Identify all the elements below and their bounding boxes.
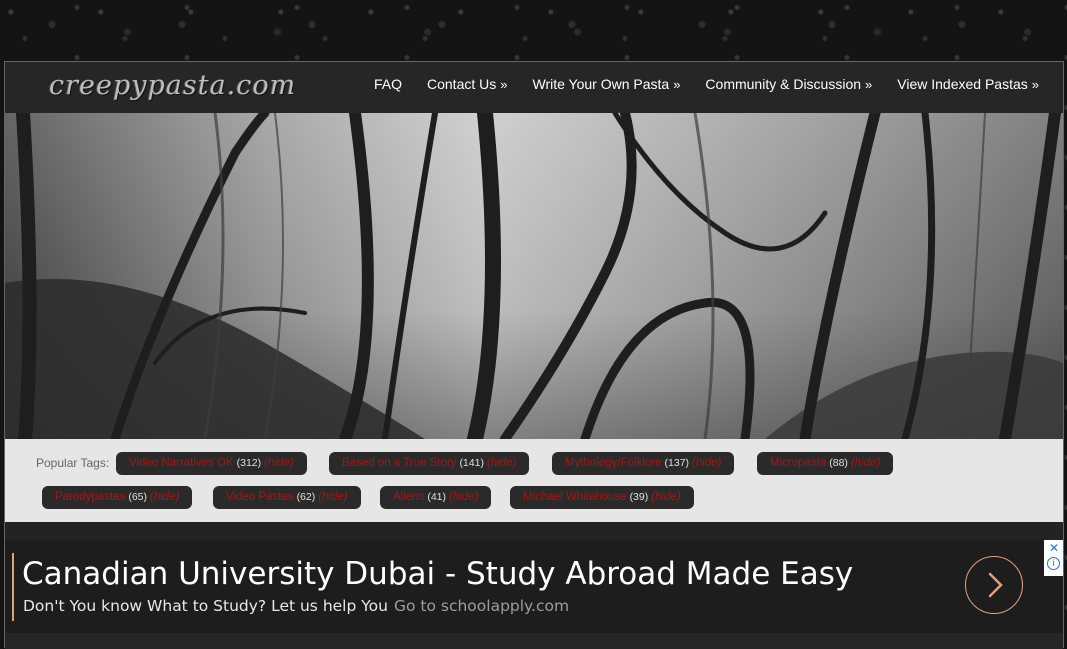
tag-count: (137) <box>664 457 690 469</box>
ad-subtitle: Don't You know What to Study? Let us hel… <box>23 597 569 615</box>
popular-tags-bar: Popular Tags: Video Narratives OK (312) (h… <box>5 439 1063 522</box>
tag-hide-link[interactable]: (hide) <box>150 491 179 503</box>
tag-hide-link[interactable]: (hide) <box>318 491 347 503</box>
tag-name[interactable]: Micropasta <box>770 457 826 469</box>
tag-name[interactable]: Parodypastas <box>55 491 125 503</box>
popular-tags-label: Popular Tags: <box>36 456 110 470</box>
tag-count: (65) <box>128 491 148 503</box>
tag-hide-link[interactable]: (hide) <box>264 457 293 469</box>
chevron-right-icon <box>988 572 1003 598</box>
nav-item-faq[interactable]: FAQ <box>374 76 402 92</box>
nav-item-community-discussion[interactable]: Community & Discussion» <box>705 76 872 92</box>
tag-name[interactable]: Mythology/Folklore <box>565 457 662 469</box>
ad-accent-bar <box>12 553 14 621</box>
ad-next-button[interactable] <box>965 556 1023 614</box>
main-nav: FAQ Contact Us» Write Your Own Pasta» Co… <box>374 76 1039 92</box>
nav-item-label: View Indexed Pastas <box>897 76 1028 92</box>
tag-hide-link[interactable]: (hide) <box>851 457 880 469</box>
tag-hide-link[interactable]: (hide) <box>487 457 516 469</box>
tag-hide-link[interactable]: (hide) <box>692 457 721 469</box>
nav-arrow: » <box>500 77 508 92</box>
tag-count: (88) <box>829 457 848 469</box>
tag-name[interactable]: Michael Whitehouse <box>523 491 627 503</box>
nav-item-write-your-own-pasta[interactable]: Write Your Own Pasta» <box>532 76 680 92</box>
tag-michael-whitehouse[interactable]: Michael Whitehouse (39) (hide) <box>510 486 694 509</box>
adchoices-icon[interactable]: ✕ i <box>1044 540 1063 576</box>
nav-item-contact-us[interactable]: Contact Us» <box>427 76 507 92</box>
tag-count: (41) <box>427 491 447 503</box>
page-frame: creepypasta.com FAQ Contact Us» Write Yo… <box>4 61 1064 649</box>
nav-arrow: » <box>1031 77 1039 92</box>
tag-mythology-folklore[interactable]: Mythology/Folklore (137) (hide) <box>552 452 735 475</box>
site-header: creepypasta.com FAQ Contact Us» Write Yo… <box>5 62 1063 113</box>
tag-micropasta[interactable]: Micropasta (88) (hide) <box>757 452 894 475</box>
tag-video-narratives-ok[interactable]: Video Narratives OK (312) (hide) <box>116 452 307 475</box>
tag-count: (62) <box>296 491 316 503</box>
tag-hide-link[interactable]: (hide) <box>449 491 478 503</box>
tag-video-pastas[interactable]: Video Pastas (62) (hide) <box>213 486 361 509</box>
ad-link[interactable]: Go to schoolapply.com <box>394 597 569 615</box>
nav-item-label: Write Your Own Pasta <box>532 76 670 92</box>
ad-banner[interactable]: Canadian University Dubai - Study Abroad… <box>5 541 1063 633</box>
tag-aliens[interactable]: Aliens (41) (hide) <box>380 486 492 509</box>
tag-count: (39) <box>629 491 649 503</box>
forest-illustration <box>5 113 1063 439</box>
site-logo[interactable]: creepypasta.com <box>49 70 296 104</box>
ad-title[interactable]: Canadian University Dubai - Study Abroad… <box>22 556 853 592</box>
nav-item-view-indexed-pastas[interactable]: View Indexed Pastas» <box>897 76 1039 92</box>
tag-parodypastas[interactable]: Parodypastas (65) (hide) <box>42 486 193 509</box>
nav-item-label: FAQ <box>373 76 402 92</box>
nav-item-label: Community & Discussion <box>705 76 862 92</box>
close-icon[interactable]: ✕ <box>1049 541 1059 555</box>
tag-name[interactable]: Aliens <box>393 491 424 503</box>
footer-band <box>5 633 1063 649</box>
divider-band <box>5 522 1063 541</box>
tag-name[interactable]: Video Pastas <box>226 491 294 503</box>
tag-count: (141) <box>459 457 484 469</box>
nav-item-label: Contact Us <box>427 76 497 92</box>
ad-subtitle-text: Don't You know What to Study? Let us hel… <box>23 597 388 615</box>
tag-hide-link[interactable]: (hide) <box>651 491 680 503</box>
tag-name[interactable]: Video Narratives OK <box>129 457 234 469</box>
tag-count: (312) <box>236 457 262 469</box>
hero-forest-image <box>5 113 1063 439</box>
info-icon[interactable]: i <box>1047 557 1060 570</box>
tag-name[interactable]: Based on a True Story <box>342 457 456 469</box>
nav-arrow: » <box>865 77 873 92</box>
nav-arrow: » <box>673 77 681 92</box>
tag-based-on-a-true-story[interactable]: Based on a True Story (141) (hide) <box>329 452 530 475</box>
